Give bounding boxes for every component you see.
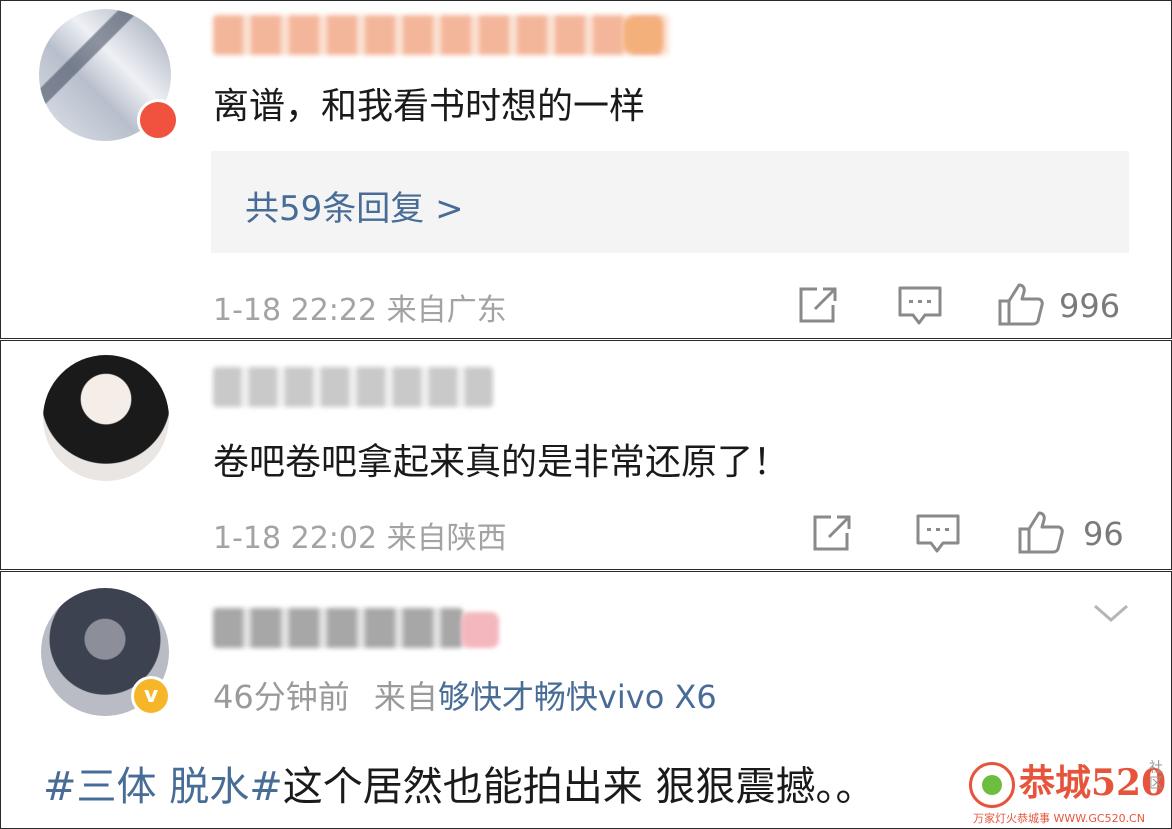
chevron-down-icon[interactable] (1091, 598, 1131, 628)
comment-meta: 1-18 22:02 来自陕西 (213, 513, 507, 557)
member-badge-icon (623, 17, 663, 53)
verified-badge-icon (137, 99, 179, 141)
avatar[interactable] (43, 355, 169, 481)
comment-meta: 1-18 22:22 来自广东 (213, 285, 507, 329)
watermark-slogan: 万家灯火恭城事 WWW.GC520.CN (973, 812, 1145, 825)
member-badge-icon (461, 612, 499, 648)
post-body: 这个居然也能拍出来 狠狠震撼。。 (282, 764, 876, 810)
comment-icon[interactable] (897, 285, 943, 327)
like-count: 96 (1083, 515, 1124, 553)
comment-icon[interactable] (915, 513, 961, 555)
post-source-prefix: 来自 (373, 678, 438, 716)
username-blurred[interactable] (213, 608, 463, 648)
post-meta: 46分钟前 来自够快才畅快vivo X6 (213, 672, 717, 718)
replies-link[interactable]: 共59条回复 > (245, 181, 464, 230)
post-card: v 46分钟前 来自够快才畅快vivo X6 #三体 脱水#这个居然也能拍出来 … (0, 571, 1172, 829)
comment-card: 卷吧卷吧拿起来真的是非常还原了！ 1-18 22:02 来自陕西 96 (0, 340, 1172, 570)
share-icon[interactable] (797, 285, 839, 325)
comment-time: 1-18 22:22 (213, 293, 378, 328)
comment-text: 离谱，和我看书时想的一样 (213, 86, 646, 127)
post-device[interactable]: 够快才畅快vivo X6 (438, 678, 717, 716)
comment-card: 离谱，和我看书时想的一样 共59条回复 > 1-18 22:22 来自广东 99… (0, 0, 1172, 339)
username-blurred[interactable] (213, 367, 493, 407)
post-text: #三体 脱水#这个居然也能拍出来 狠狠震撼。。 (43, 754, 875, 812)
hashtag-link[interactable]: #三体 脱水# (43, 764, 283, 810)
like-icon[interactable] (997, 281, 1045, 327)
watermark-text: 恭城520 (1019, 762, 1167, 804)
comment-location: 来自广东 (386, 293, 507, 328)
watermark-logo-icon (969, 762, 1015, 808)
username-blurred[interactable] (213, 15, 669, 55)
post-time: 46分钟前 (213, 678, 350, 716)
like-count: 996 (1059, 287, 1121, 325)
comment-location: 来自陕西 (386, 521, 507, 556)
replies-box[interactable]: 共59条回复 > (211, 151, 1129, 253)
like-icon[interactable] (1017, 509, 1065, 555)
share-icon[interactable] (811, 513, 853, 553)
verified-badge-icon: v (131, 676, 171, 716)
comment-text: 卷吧卷吧拿起来真的是非常还原了！ (213, 442, 790, 483)
comment-time: 1-18 22:02 (213, 521, 378, 556)
watermark: 恭城520 社区 万家灯火恭城事 WWW.GC520.CN (969, 754, 1169, 825)
watermark-side: 社区 (1149, 760, 1163, 792)
